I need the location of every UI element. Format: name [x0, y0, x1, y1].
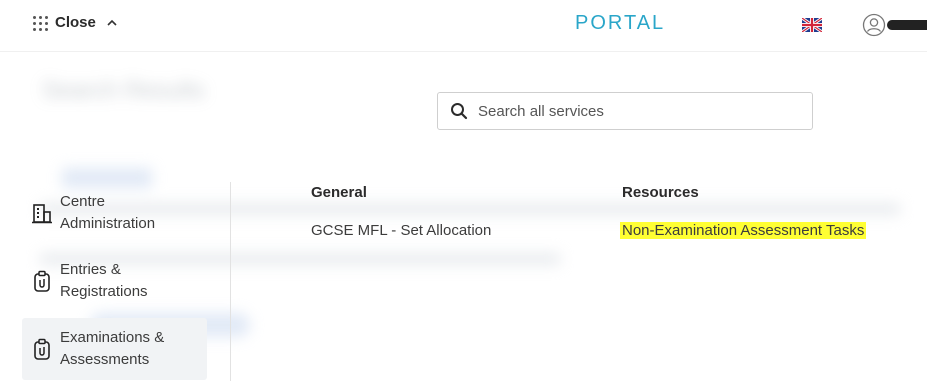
- menu-item-label: Centre Administration: [60, 193, 156, 232]
- search-box[interactable]: [437, 92, 813, 130]
- menu-item-examinations-assessments[interactable]: Examinations & Assessments: [22, 318, 207, 380]
- clipboard-icon: [34, 270, 50, 292]
- menu-divider: [230, 182, 231, 381]
- apps-grid-icon: [33, 15, 49, 31]
- top-bar: Close PORTAL: [0, 0, 927, 52]
- menu-item-centre-administration[interactable]: Centre Administration: [22, 182, 207, 244]
- portal-title: PORTAL: [575, 12, 666, 34]
- resources-heading: Resources: [622, 184, 699, 201]
- menu-item-entries-registrations[interactable]: Entries & Registrations: [22, 250, 207, 312]
- close-label: Close: [55, 14, 96, 31]
- close-menu-button[interactable]: Close: [33, 14, 118, 31]
- chevron-up-icon: [107, 19, 117, 26]
- non-examination-assessment-tasks-link[interactable]: Non-Examination Assessment Tasks: [620, 222, 867, 239]
- search-input[interactable]: [478, 102, 798, 120]
- menu-item-label: Examinations & Assessments: [60, 329, 165, 368]
- general-heading: General: [311, 184, 367, 201]
- user-avatar-icon[interactable]: [862, 13, 886, 37]
- building-icon: [32, 204, 52, 224]
- search-icon: [451, 103, 468, 120]
- user-name-redacted[interactable]: [887, 20, 927, 30]
- gcse-mfl-set-allocation-link[interactable]: GCSE MFL - Set Allocation: [309, 222, 493, 239]
- background-title: Search Results: [42, 77, 205, 104]
- clipboard-icon: [34, 338, 50, 360]
- menu-item-label: Entries & Registrations: [60, 261, 148, 300]
- uk-flag-icon[interactable]: [802, 18, 822, 32]
